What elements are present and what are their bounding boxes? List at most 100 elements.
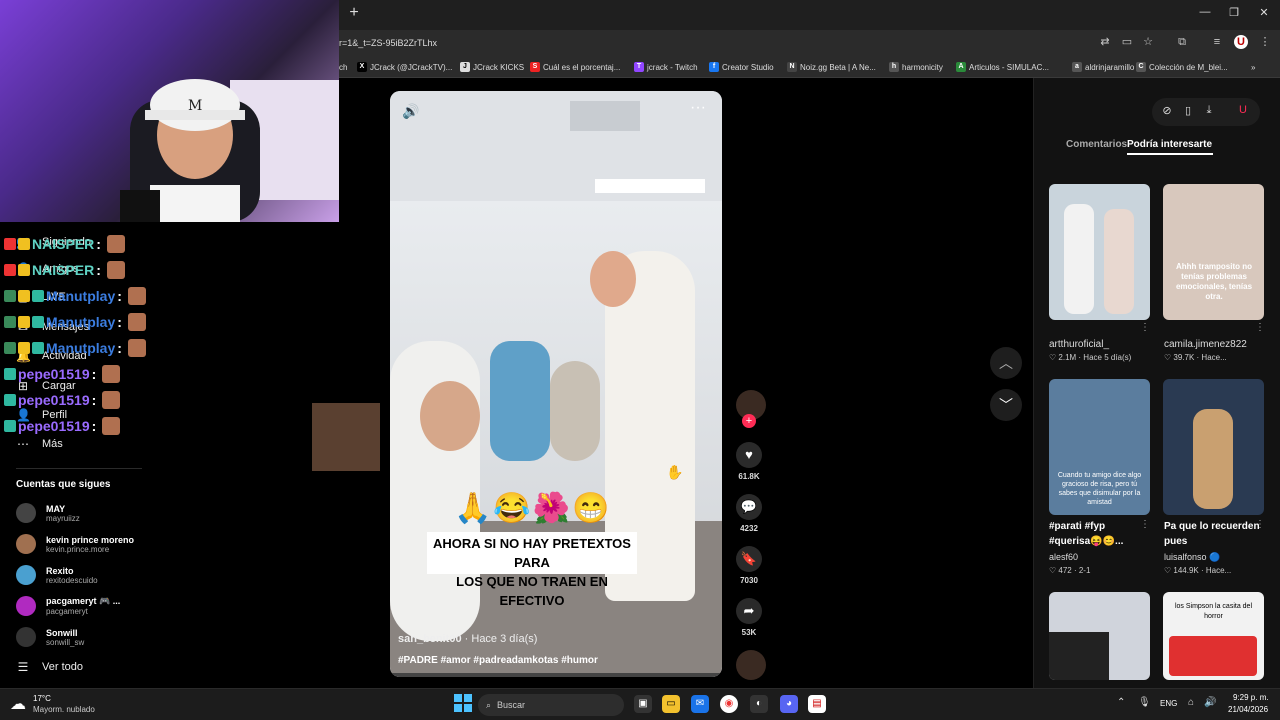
author-avatar-button[interactable]: +	[736, 390, 766, 428]
folder-icon: h	[889, 62, 899, 72]
media-icon[interactable]: ≡	[1210, 35, 1224, 49]
app-icon[interactable]: ▤	[808, 695, 826, 713]
chevron-up-icon[interactable]: ⌃	[1117, 697, 1125, 708]
clock-date[interactable]: 21/04/2026	[1228, 705, 1268, 714]
kebab-menu-icon[interactable]: ⋮	[1255, 322, 1265, 333]
network-icon[interactable]: ⌂	[1188, 697, 1194, 708]
s-logo-icon: S	[530, 62, 540, 72]
like-button[interactable]: ♥ 61.8K	[736, 442, 762, 481]
emote-icon	[106, 235, 125, 253]
more-options-icon[interactable]: ···	[690, 99, 706, 117]
video-author[interactable]: san_benit00 · Hace 3 día(s)	[398, 633, 537, 645]
maximize-button[interactable]: ❐	[1224, 6, 1244, 22]
followed-account[interactable]: Rexito rexitodescuido	[16, 565, 98, 585]
tab-recommended[interactable]: Podría interesarte	[1127, 139, 1212, 150]
recommended-thumbnail[interactable]: Ahhh tramposito no tenías problemas emoc…	[1163, 184, 1264, 320]
video-hashtags[interactable]: #PADRE #amor #padreadamkotas #humor	[398, 655, 598, 666]
bookmark-item[interactable]: h harmonicity	[889, 60, 943, 74]
recommended-thumbnail[interactable]: Cuando tu amigo dice algo gracioso de ri…	[1049, 379, 1150, 515]
sound-disc-button[interactable]	[736, 650, 766, 680]
weather-temperature[interactable]: 17°C	[33, 694, 51, 703]
facebook-logo-icon: f	[709, 62, 719, 72]
chat-message: NAISPER:	[4, 259, 125, 281]
bookmark-item[interactable]: N Noiz.gg Beta | A Ne...	[787, 60, 876, 74]
follow-plus-button[interactable]: +	[742, 414, 756, 428]
compass-icon[interactable]: ⊘	[1160, 104, 1174, 117]
download-icon[interactable]: ⤓	[1202, 104, 1216, 117]
recommended-thumbnail[interactable]	[1163, 379, 1264, 515]
bookmark-item[interactable]: a aldrinjaramillo	[1072, 60, 1134, 74]
followed-account[interactable]: Sonwill sonwill_sw	[16, 627, 84, 647]
recommended-user[interactable]: luisalfonso 🔵	[1164, 552, 1264, 563]
bookmark-item[interactable]: Tjcrack - Twitch	[634, 60, 698, 74]
phone-icon[interactable]: ▯	[1181, 104, 1195, 117]
minimize-button[interactable]: —	[1195, 6, 1215, 22]
app-icon[interactable]: ◐	[750, 695, 768, 713]
save-button[interactable]: 🔖 7030	[736, 546, 762, 585]
profile-badge-icon[interactable]: U	[1236, 104, 1250, 116]
recommended-user[interactable]: camila.jimenez822	[1164, 339, 1264, 350]
following-accounts-title: Cuentas que sigues	[16, 479, 111, 490]
clock-time[interactable]: 9:29 p. m.	[1233, 693, 1269, 702]
bookmark-item[interactable]: ch	[339, 60, 347, 74]
recommended-thumbnail[interactable]: los Simpson la casita del horror	[1163, 592, 1264, 680]
volume-icon[interactable]: 🔊	[1204, 697, 1216, 708]
recommended-description[interactable]: #parati #fyp #querisa😝😊...	[1049, 519, 1149, 549]
bookmark-item[interactable]: J JCrack KICKS	[460, 60, 524, 74]
star-icon[interactable]: ☆	[1141, 35, 1155, 49]
next-video-button[interactable]: ﹀	[990, 389, 1022, 421]
tab-comments[interactable]: Comentarios	[1066, 139, 1127, 150]
recommended-user[interactable]: alesf60	[1049, 552, 1149, 562]
discord-icon[interactable]: ◕	[780, 695, 798, 713]
chat-message: Manutplay:	[4, 337, 146, 359]
bookmark-item[interactable]: f Creator Studio	[709, 60, 774, 74]
recommended-thumbnail[interactable]	[1049, 592, 1150, 680]
bookmark-item[interactable]: S Cuál es el porcentaj...	[530, 60, 620, 74]
input-language[interactable]: ENG	[1160, 699, 1177, 708]
bookmarks-overflow-button[interactable]: »	[1251, 60, 1255, 74]
taskbar-search[interactable]: ⌕ Buscar	[478, 694, 624, 716]
recommended-thumbnail[interactable]	[1049, 184, 1150, 320]
streamer-image: M	[120, 79, 260, 222]
followed-account[interactable]: pacgameryt 🎮 ... pacgameryt	[16, 596, 120, 616]
video-progress-track[interactable]	[390, 673, 722, 677]
weather-cloud-icon[interactable]: ☁	[10, 694, 26, 714]
video-player[interactable]: 🙏😂🌺😁 AHORA SI NO HAY PRETEXTOS PARA LOS …	[390, 91, 722, 677]
followed-account[interactable]: MAY mayruiizz	[16, 503, 80, 523]
new-tab-button[interactable]: +	[345, 4, 363, 24]
windows-start-icon[interactable]	[454, 694, 472, 712]
weather-description[interactable]: Mayorm. nublado	[33, 705, 95, 714]
twitch-logo-icon: T	[634, 62, 644, 72]
chat-message: pepe01519:	[4, 415, 121, 437]
kebab-menu-icon[interactable]: ⋮	[1140, 322, 1150, 333]
emote-icon	[127, 287, 146, 305]
badge-icon	[18, 316, 30, 328]
share-button[interactable]: ➦ 53K	[736, 598, 762, 637]
bookmark-item[interactable]: X JCrack (@JCrackTV)...	[357, 60, 452, 74]
task-view-icon[interactable]: ▣	[634, 695, 652, 713]
see-all-link[interactable]: ☰ Ver todo	[16, 657, 83, 677]
close-window-button[interactable]: ✕	[1254, 6, 1274, 22]
microphone-icon[interactable]: 🎙	[1138, 697, 1151, 708]
extensions-icon[interactable]: ⧉	[1175, 35, 1189, 49]
cast-icon[interactable]: ▭	[1120, 35, 1134, 49]
translate-icon[interactable]: ⇄	[1098, 35, 1112, 49]
file-explorer-icon[interactable]: ▭	[662, 695, 680, 713]
bookmark-item[interactable]: C Colección de M_blei...	[1136, 60, 1228, 74]
emote-icon	[102, 417, 121, 435]
chrome-icon[interactable]: ◉	[720, 695, 738, 713]
chat-message: Manutplay:	[4, 311, 146, 333]
kebab-menu-icon[interactable]: ⋮	[1258, 35, 1272, 49]
recommended-description[interactable]: Pa que lo recuerden pues	[1164, 519, 1264, 549]
recommended-user[interactable]: artthuroficial_	[1049, 339, 1149, 350]
save-count: 7030	[740, 576, 758, 585]
address-bar[interactable]: r=1&_t=ZS-95iB2ZrTLhx	[339, 32, 1079, 54]
outlook-icon[interactable]: ✉	[691, 695, 709, 713]
bookmark-item[interactable]: A Articulos - SIMULAC...	[956, 60, 1049, 74]
comment-button[interactable]: 💬 4232	[736, 494, 762, 533]
followed-account[interactable]: kevin prince moreno kevin.prince.more	[16, 534, 134, 554]
volume-icon[interactable]: 🔊	[402, 103, 419, 120]
emote-icon	[102, 365, 121, 383]
previous-video-button[interactable]: ︿	[990, 347, 1022, 379]
profile-icon[interactable]: U	[1234, 35, 1248, 49]
